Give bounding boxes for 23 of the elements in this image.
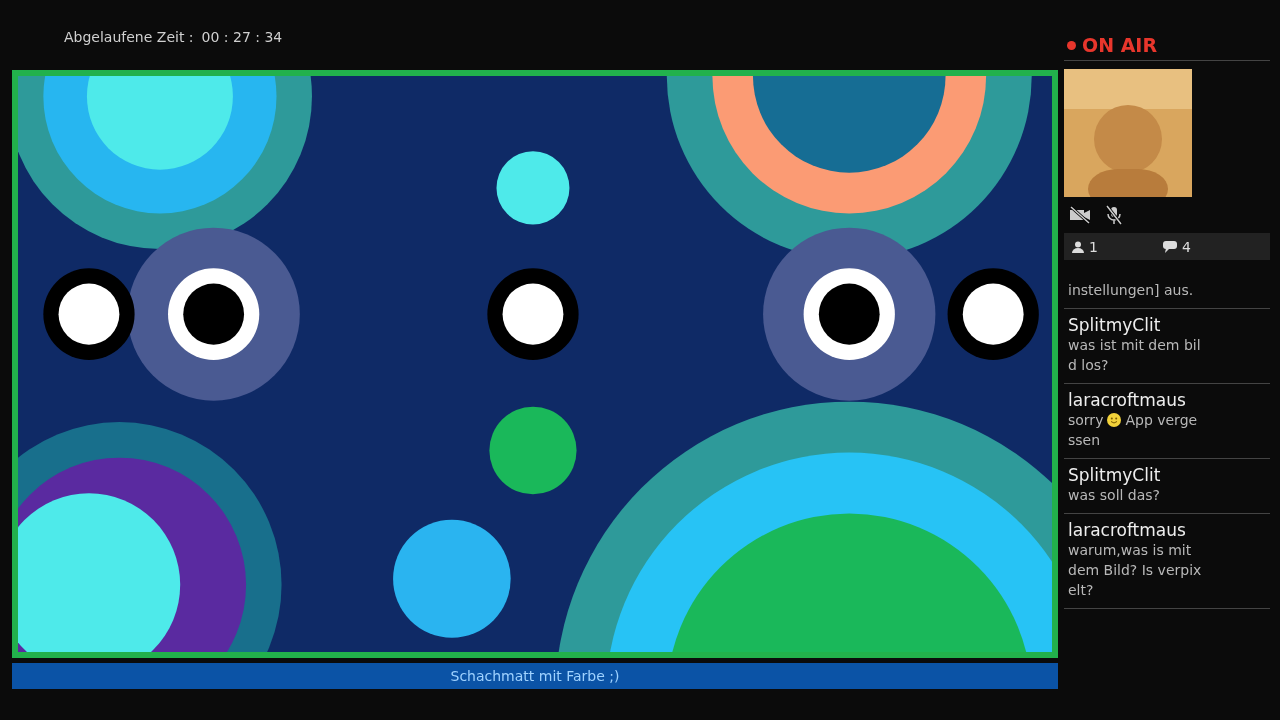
chat-message: elt? xyxy=(1068,581,1094,600)
viewer-count: 1 xyxy=(1089,238,1098,255)
chat-message: was ist mit dem bil xyxy=(1068,336,1201,355)
chat-author: laracroftmaus xyxy=(1068,390,1187,410)
smiley-icon xyxy=(1107,413,1122,427)
elapsed-time: 00 : 27 : 34 xyxy=(201,29,283,45)
chat-message: warum,was is mit xyxy=(1068,541,1192,560)
chat-message: dem Bild? Is verpix xyxy=(1068,561,1202,580)
chat-message: d los? xyxy=(1068,356,1109,375)
chat-message: instellungen] aus. xyxy=(1068,281,1194,300)
speech-bubble-icon xyxy=(1162,240,1177,253)
comment-count: 4 xyxy=(1181,238,1191,255)
chat-message: was soll das? xyxy=(1068,486,1161,505)
chat-message: ssen xyxy=(1068,431,1101,450)
chat-author: laracroftmaus xyxy=(1068,520,1187,540)
chat-author: SplitmyClit xyxy=(1068,465,1162,485)
chat-author: SplitmyClit xyxy=(1068,315,1162,335)
comment-text: Schachmatt mit Farbe ;) xyxy=(450,668,620,684)
on-air-label: ON AIR xyxy=(1082,34,1158,56)
person-icon xyxy=(1072,240,1084,253)
elapsed-time-label: Abgelaufene Zeit : xyxy=(64,29,194,45)
chat-message: App verge xyxy=(1125,411,1198,430)
chat-message: sorry xyxy=(1068,411,1104,430)
